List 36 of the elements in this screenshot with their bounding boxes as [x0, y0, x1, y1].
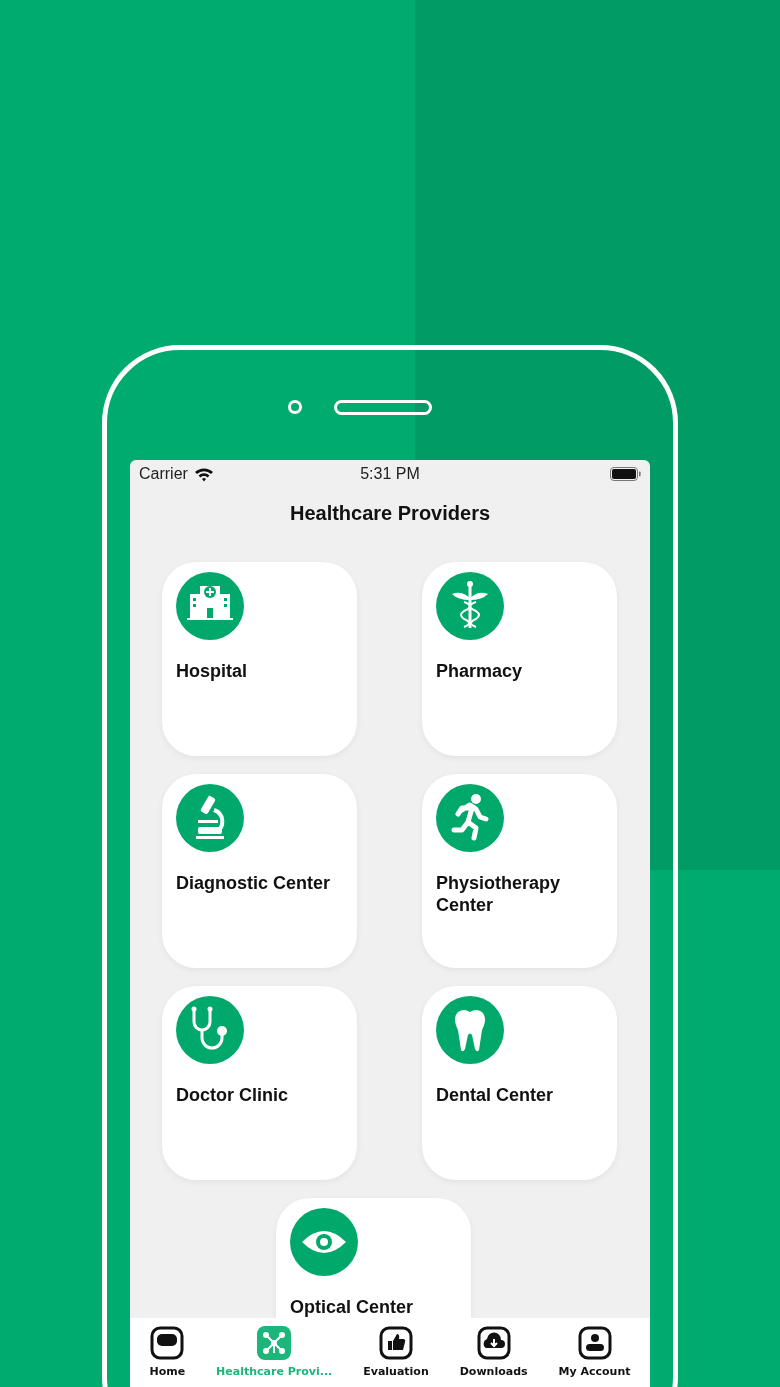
provider-label: Doctor Clinic — [176, 1084, 289, 1106]
provider-card[interactable]: Hospital — [162, 562, 357, 756]
provider-label: Pharmacy — [436, 660, 524, 682]
provider-label: Optical Center — [290, 1296, 415, 1318]
tab-item[interactable]: Downloads — [459, 1326, 528, 1379]
provider-card[interactable]: Pharmacy — [422, 562, 617, 756]
tooth-icon — [436, 996, 504, 1064]
provider-card[interactable]: Physiotherapy Center — [422, 774, 617, 968]
microscope-icon — [176, 784, 244, 852]
running-person-icon — [436, 784, 504, 852]
thumbs-up-icon — [379, 1326, 413, 1360]
caduceus-icon — [436, 572, 504, 640]
battery-icon — [610, 467, 641, 481]
provider-card[interactable]: Dental Center — [422, 986, 617, 1180]
carrier-label: Carrier — [139, 465, 188, 483]
provider-label: Diagnostic Center — [176, 872, 332, 894]
provider-card[interactable]: Doctor Clinic — [162, 986, 357, 1180]
provider-label: Physiotherapy Center — [436, 872, 562, 916]
account-icon — [577, 1326, 612, 1360]
wifi-icon — [193, 466, 214, 482]
cloud-download-icon — [476, 1326, 511, 1360]
home-icon — [150, 1326, 185, 1360]
provider-label: Hospital — [176, 660, 248, 682]
hospital-building-icon — [176, 572, 244, 640]
tab-item[interactable]: Home — [149, 1326, 186, 1379]
screen-title: Healthcare Providers — [288, 502, 492, 526]
tab-item[interactable]: My Account — [558, 1326, 631, 1379]
camera-dot — [288, 400, 302, 414]
provider-card[interactable]: Diagnostic Center — [162, 774, 357, 968]
network-icon — [257, 1326, 292, 1360]
provider-label: Dental Center — [436, 1084, 555, 1106]
eye-icon — [290, 1208, 358, 1276]
tab-item[interactable]: Evaluation — [363, 1326, 429, 1379]
stethoscope-icon — [176, 996, 244, 1064]
status-time: 5:31 PM — [360, 465, 420, 483]
provider-card[interactable]: Optical Center — [276, 1198, 471, 1318]
